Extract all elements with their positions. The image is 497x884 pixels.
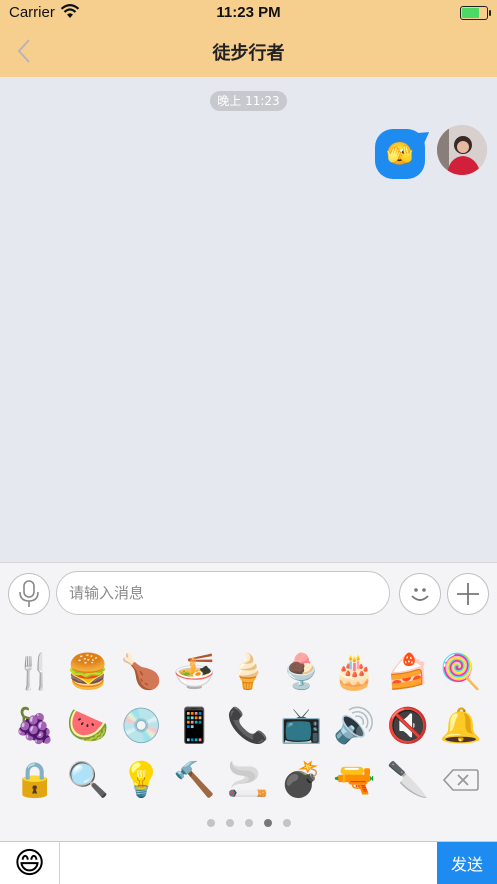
emoji-knife[interactable]: 🔪 <box>381 753 434 807</box>
nav-bar: 徒步行者 <box>0 26 497 77</box>
avatar[interactable] <box>437 125 487 175</box>
emoji-speaker[interactable]: 🔊 <box>328 699 381 753</box>
status-time: 11:23 PM <box>216 4 281 21</box>
chat-area[interactable]: 晚上 11:23 🫣 <box>0 77 497 562</box>
message-input[interactable] <box>56 571 390 615</box>
emoji-hamburger[interactable]: 🍔 <box>61 645 114 699</box>
emoji-noodles[interactable]: 🍜 <box>168 645 221 699</box>
emoji-muted-speaker[interactable]: 🔇 <box>381 699 434 753</box>
emoji-panel: 🍴 🍔 🍗 🍜 🍦 🍨 🎂 🍰 🍭 🍇 🍉 💿 📱 📞 📺 🔊 🔇 🔔 🔒 🔍 … <box>0 623 497 841</box>
emoji-sundae[interactable]: 🍨 <box>274 645 327 699</box>
more-button[interactable] <box>447 573 489 615</box>
page-dot[interactable] <box>282 819 291 827</box>
plus-icon <box>457 583 479 605</box>
emoji-cd[interactable]: 💿 <box>115 699 168 753</box>
emoji-lollipop[interactable]: 🍭 <box>434 645 487 699</box>
page-title: 徒步行者 <box>212 43 285 64</box>
emoji-birthday-cake[interactable]: 🎂 <box>328 645 381 699</box>
page-dot[interactable] <box>206 819 215 827</box>
delete-button[interactable] <box>434 753 487 807</box>
emoji-shortcake[interactable]: 🍰 <box>381 645 434 699</box>
timestamp-pill: 晚上 11:23 <box>210 91 287 111</box>
emoji-category-bar: 😄 发送 <box>0 841 497 884</box>
emoji-television[interactable]: 📺 <box>274 699 327 753</box>
emoji-telephone[interactable]: 📞 <box>221 699 274 753</box>
emoji-drumstick[interactable]: 🍗 <box>115 645 168 699</box>
emoji-category-tab[interactable]: 😄 <box>0 842 60 884</box>
microphone-icon <box>19 580 39 607</box>
emoji-light-bulb[interactable]: 💡 <box>115 753 168 807</box>
emoji-water-pistol[interactable]: 🔫 <box>328 753 381 807</box>
emoji-bomb[interactable]: 💣 <box>274 753 327 807</box>
emoji-grid: 🍴 🍔 🍗 🍜 🍦 🍨 🎂 🍰 🍭 🍇 🍉 💿 📱 📞 📺 🔊 🔇 🔔 🔒 🔍 … <box>8 645 492 807</box>
emoji-ice-cream[interactable]: 🍦 <box>221 645 274 699</box>
message-bubble[interactable]: 🫣 <box>375 129 425 179</box>
emoji-grapes[interactable]: 🍇 <box>8 699 61 753</box>
page-dot[interactable] <box>244 819 253 827</box>
voice-button[interactable] <box>8 573 50 615</box>
battery-icon <box>460 6 491 20</box>
page-dot[interactable] <box>225 819 234 827</box>
smiley-icon <box>411 588 429 601</box>
emoji-watermelon[interactable]: 🍉 <box>61 699 114 753</box>
emoji-mobile-phone[interactable]: 📱 <box>168 699 221 753</box>
emoji-magnifier[interactable]: 🔍 <box>61 753 114 807</box>
page-indicator[interactable] <box>0 819 497 827</box>
backspace-icon <box>443 769 479 791</box>
status-bar: Carrier 11:23 PM <box>0 0 497 26</box>
page-dot-active[interactable] <box>263 819 272 827</box>
emoji-lock[interactable]: 🔒 <box>8 753 61 807</box>
emoji-fork-knife[interactable]: 🍴 <box>8 645 61 699</box>
input-bar <box>0 562 497 625</box>
emoji-bell[interactable]: 🔔 <box>434 699 487 753</box>
emoji-toggle-button[interactable] <box>399 573 441 615</box>
emoji-hammer[interactable]: 🔨 <box>168 753 221 807</box>
emoji-cigarette[interactable]: 🚬 <box>221 753 274 807</box>
send-button[interactable]: 发送 <box>437 842 497 884</box>
